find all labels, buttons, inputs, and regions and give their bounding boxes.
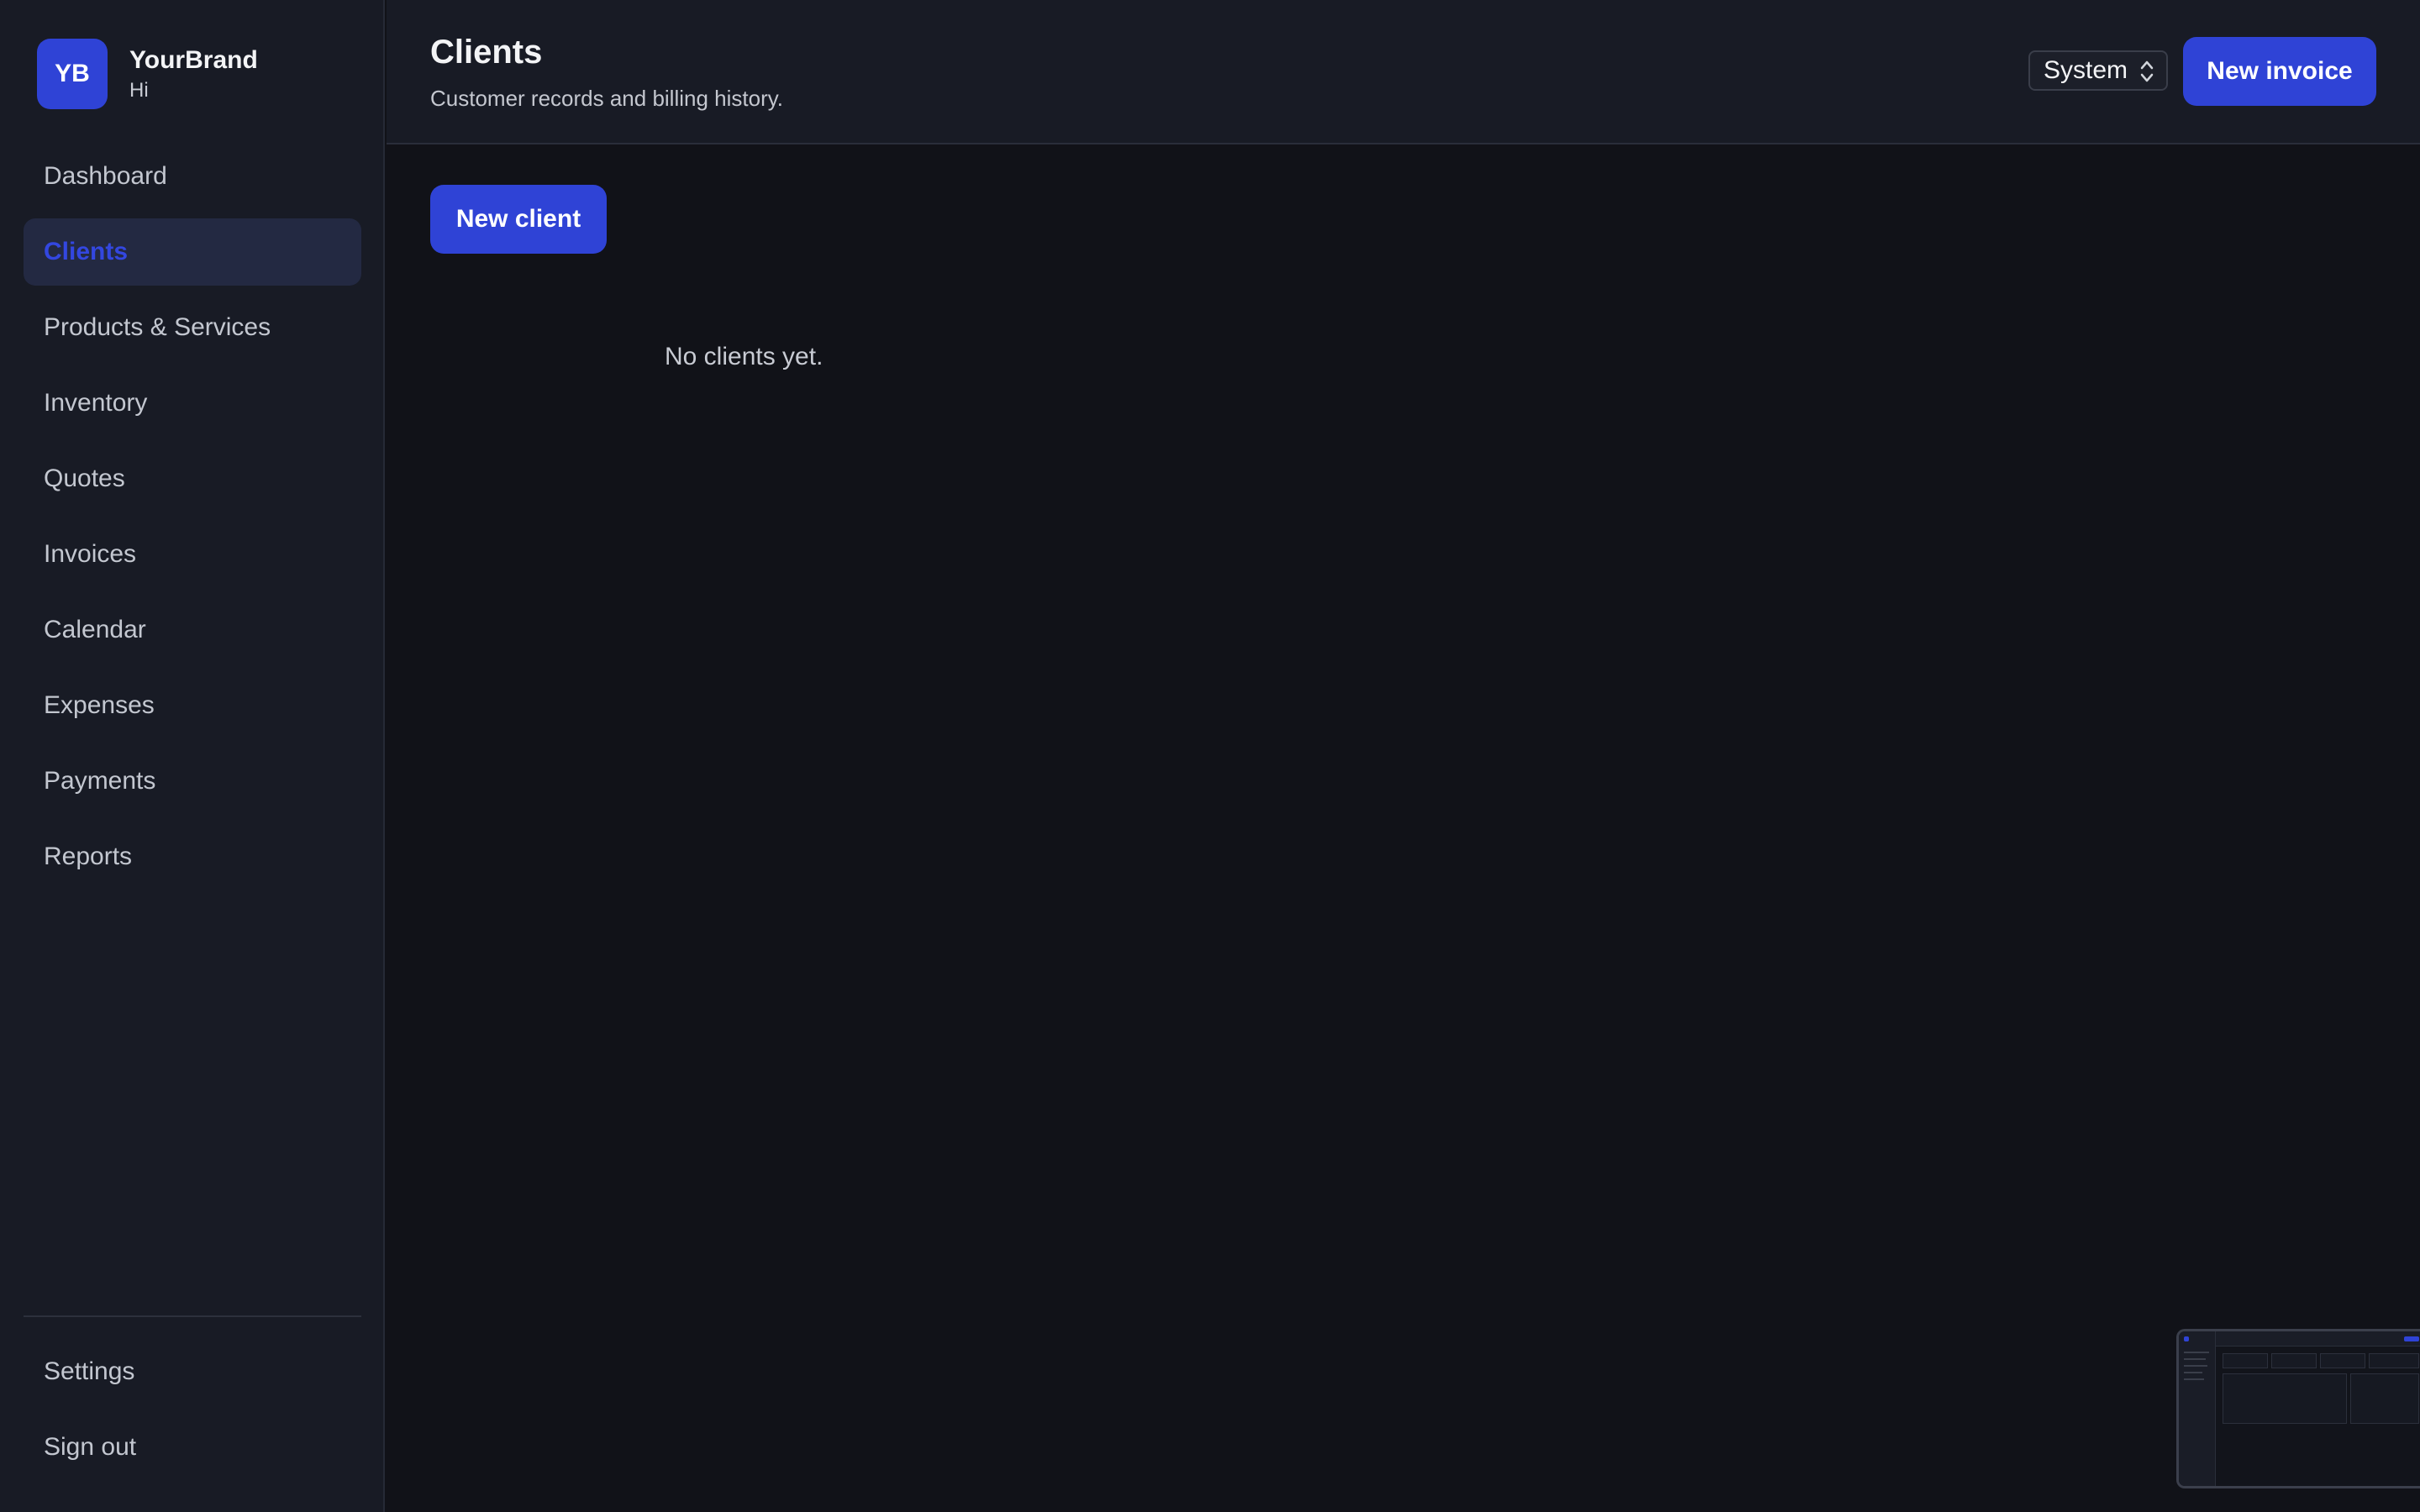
thumbnail-button xyxy=(2404,1336,2419,1341)
brand-text: YourBrand Hi xyxy=(129,45,258,102)
brand: YB YourBrand Hi xyxy=(37,39,258,109)
sidebar-item-inventory[interactable]: Inventory xyxy=(24,370,361,437)
thumbnail-nav-line xyxy=(2184,1358,2206,1360)
sidebar-divider xyxy=(24,1315,361,1317)
thumbnail-stat-card xyxy=(2320,1353,2365,1368)
sidebar-item-calendar[interactable]: Calendar xyxy=(24,596,361,664)
sidebar-item-products-services[interactable]: Products & Services xyxy=(24,294,361,361)
sidebar-item-expenses[interactable]: Expenses xyxy=(24,672,361,739)
sidebar-item-sign-out[interactable]: Sign out xyxy=(24,1414,361,1481)
thumbnail-header xyxy=(2216,1331,2420,1347)
sidebar-item-clients[interactable]: Clients xyxy=(24,218,361,286)
sidebar-item-dashboard[interactable]: Dashboard xyxy=(24,143,361,210)
page-header: Clients Customer records and billing his… xyxy=(387,0,2420,144)
sidebar-item-quotes[interactable]: Quotes xyxy=(24,445,361,512)
chevron-up-down-icon xyxy=(2140,60,2154,82)
page-title: Clients xyxy=(430,34,543,71)
brand-name: YourBrand xyxy=(129,46,258,74)
thumbnail-nav-line xyxy=(2184,1372,2202,1373)
thumbnail-panel xyxy=(2350,1373,2419,1424)
sidebar: YB YourBrand Hi Dashboard Clients Produc… xyxy=(0,0,385,1512)
thumbnail-sidebar xyxy=(2179,1331,2216,1486)
sidebar-item-reports[interactable]: Reports xyxy=(24,823,361,890)
thumbnail-nav-line xyxy=(2184,1352,2209,1353)
thumbnail-panel xyxy=(2223,1373,2347,1424)
thumbnail-stat-card xyxy=(2369,1353,2419,1368)
brand-logo: YB xyxy=(37,39,108,109)
new-invoice-button[interactable]: New invoice xyxy=(2183,37,2376,106)
theme-select[interactable]: System xyxy=(2028,50,2168,91)
thumbnail-nav-line xyxy=(2184,1365,2207,1367)
thumbnail-logo xyxy=(2184,1336,2189,1341)
page-subtitle: Customer records and billing history. xyxy=(430,86,784,111)
sidebar-item-invoices[interactable]: Invoices xyxy=(24,521,361,588)
empty-state-message: No clients yet. xyxy=(665,343,823,370)
sidebar-item-settings[interactable]: Settings xyxy=(24,1338,361,1405)
sidebar-item-payments[interactable]: Payments xyxy=(24,748,361,815)
brand-greeting: Hi xyxy=(129,79,149,102)
app-window: YB YourBrand Hi Dashboard Clients Produc… xyxy=(0,0,2420,1512)
thumbnail-stat-card xyxy=(2223,1353,2268,1368)
dashboard-preview-thumbnail[interactable] xyxy=(2176,1329,2420,1488)
sidebar-bottom-nav: Settings Sign out xyxy=(24,1338,361,1489)
theme-select-value: System xyxy=(2044,56,2128,84)
thumbnail-stat-card xyxy=(2271,1353,2317,1368)
new-client-button[interactable]: New client xyxy=(430,185,607,254)
sidebar-nav: Dashboard Clients Products & Services In… xyxy=(24,143,361,899)
thumbnail-nav-line xyxy=(2184,1378,2204,1380)
